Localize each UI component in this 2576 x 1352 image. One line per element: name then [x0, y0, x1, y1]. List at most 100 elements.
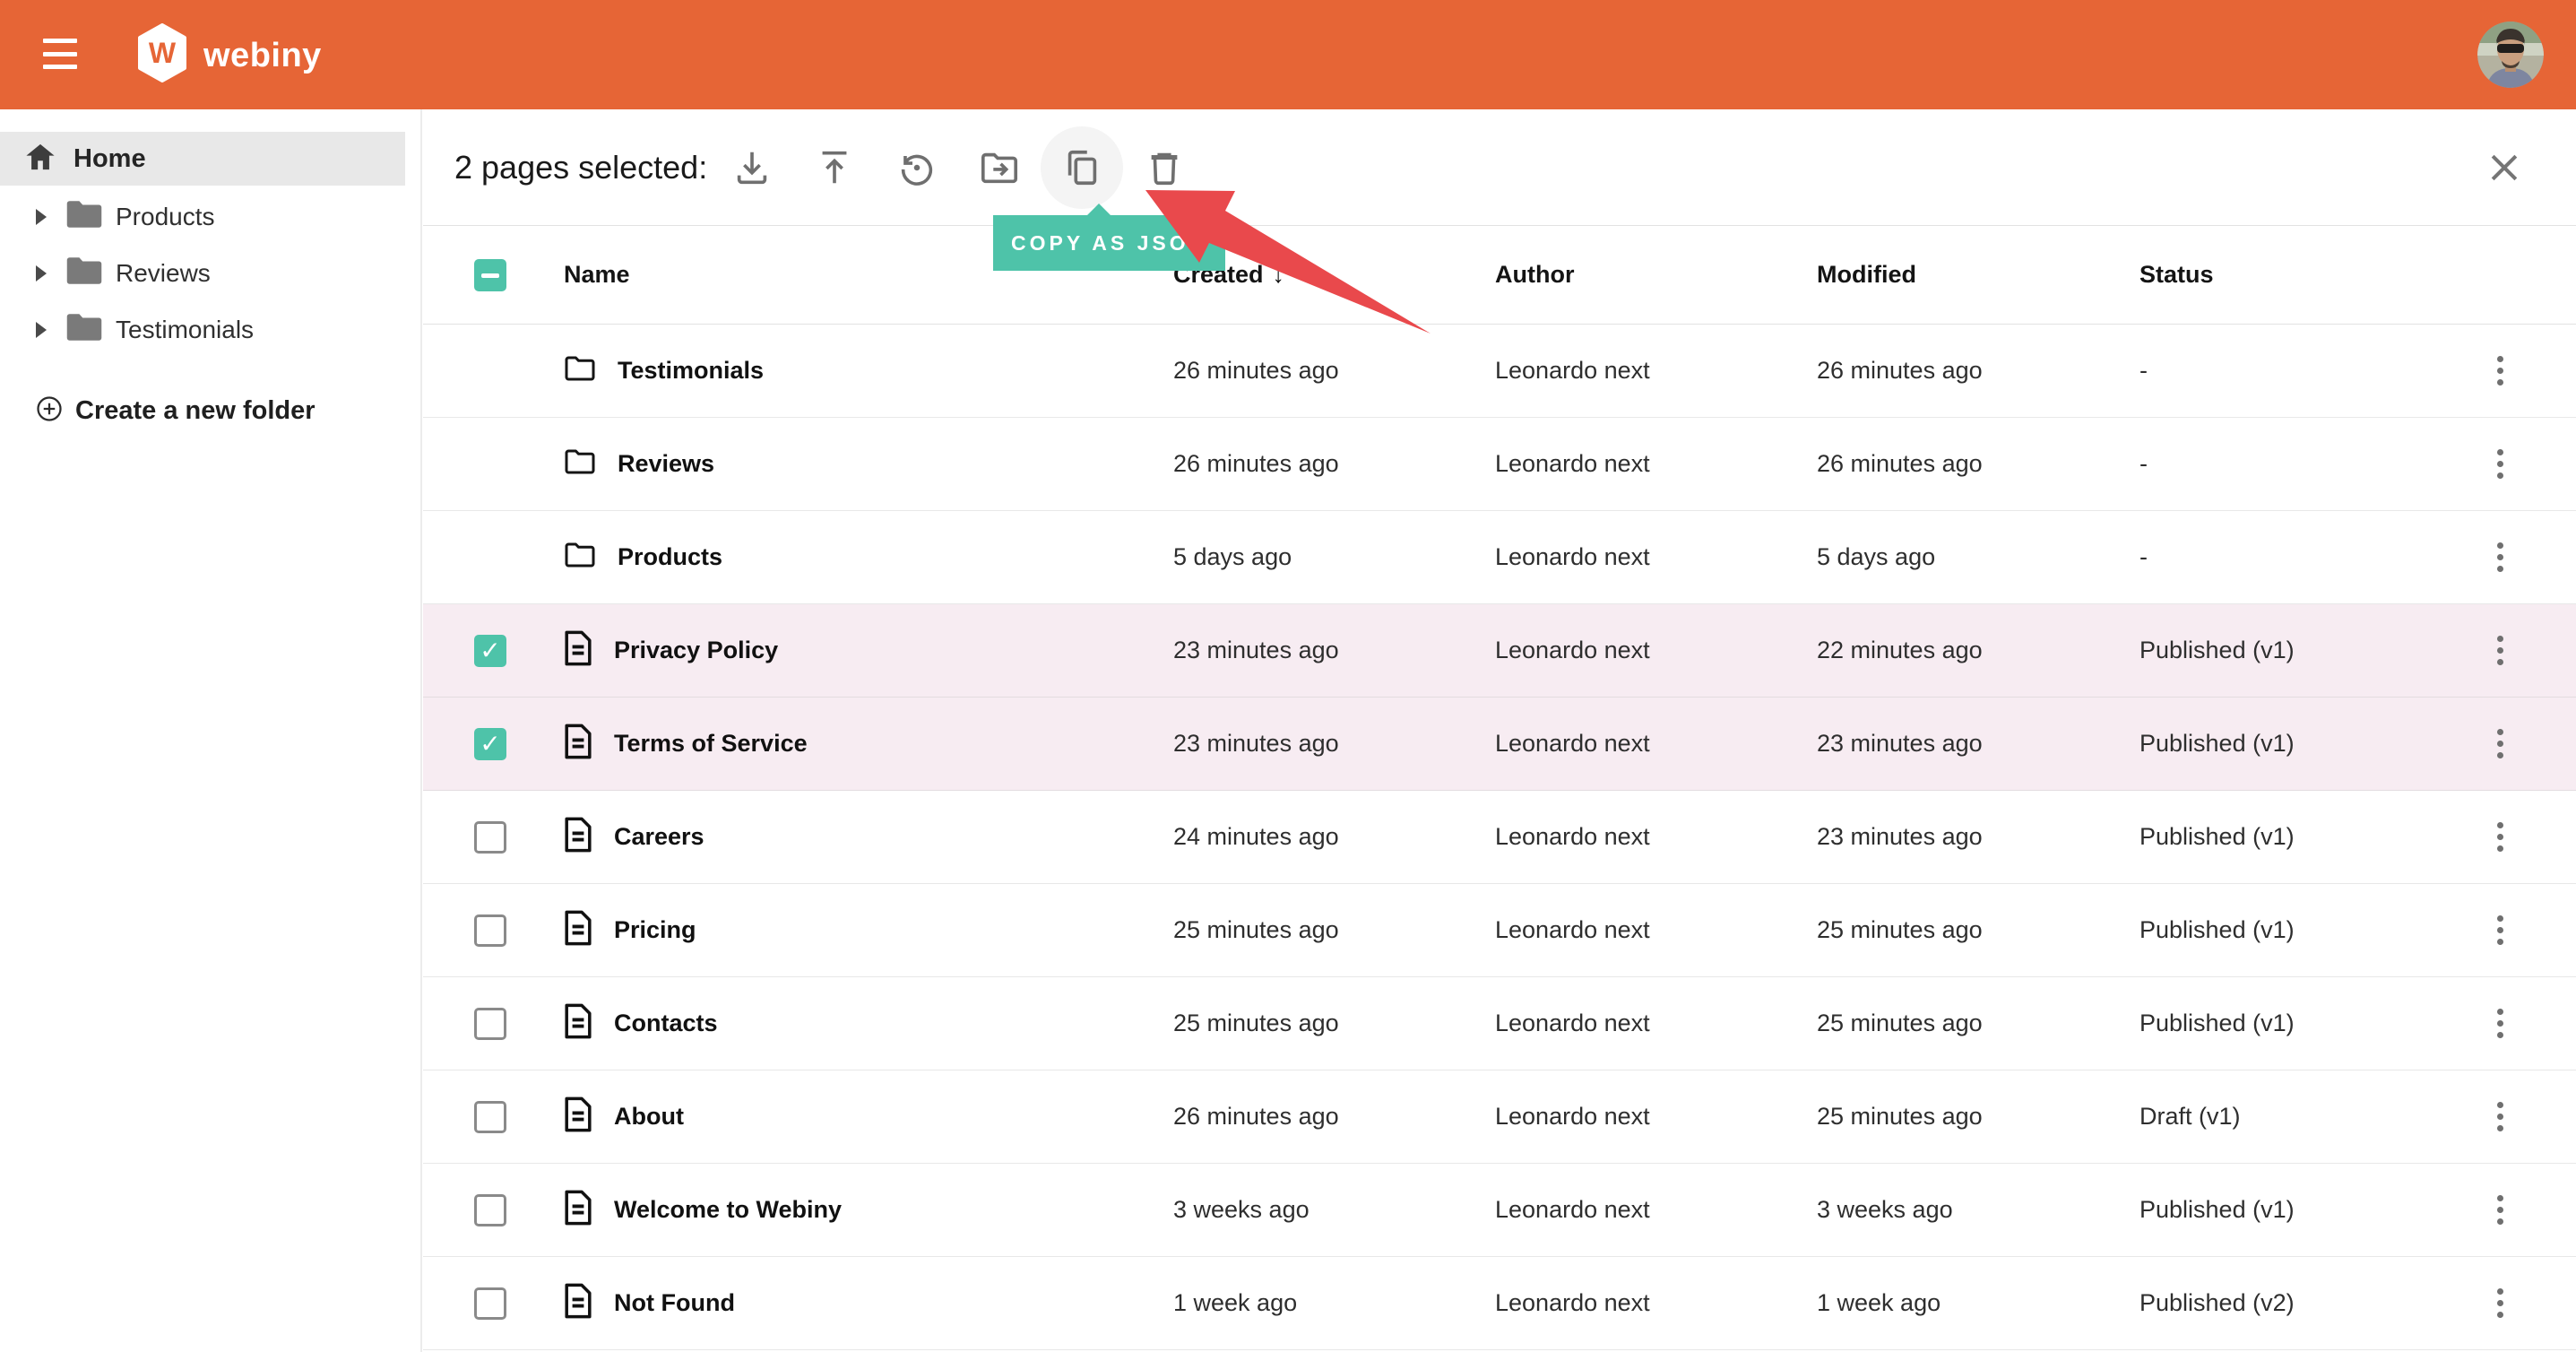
row-modified: 23 minutes ago — [1817, 823, 2139, 851]
row-menu-button[interactable] — [2490, 1095, 2511, 1139]
row-menu-button[interactable] — [2490, 442, 2511, 486]
create-new-folder-button[interactable]: Create a new folder — [0, 395, 420, 427]
folder-icon — [65, 311, 103, 348]
row-menu-button[interactable] — [2490, 1281, 2511, 1325]
row-name[interactable]: About — [614, 1103, 684, 1131]
table-row[interactable]: Welcome to Webiny 3 weeks ago Leonardo n… — [423, 1164, 2576, 1257]
row-author: Leonardo next — [1495, 450, 1817, 478]
caret-right-icon[interactable] — [36, 209, 47, 225]
row-menu-button[interactable] — [2490, 1188, 2511, 1232]
row-menu-button[interactable] — [2490, 722, 2511, 766]
document-icon — [564, 817, 592, 857]
home-icon — [25, 143, 56, 176]
row-name[interactable]: Reviews — [618, 450, 714, 478]
row-menu-button[interactable] — [2490, 815, 2511, 859]
table-row[interactable]: Reviews 26 minutes ago Leonardo next 26 … — [423, 418, 2576, 511]
row-created: 24 minutes ago — [1173, 823, 1495, 851]
row-name[interactable]: Products — [618, 543, 722, 571]
row-name[interactable]: Privacy Policy — [614, 637, 778, 664]
table-row[interactable]: Testimonials 26 minutes ago Leonardo nex… — [423, 325, 2576, 418]
row-checkbox[interactable] — [474, 728, 506, 760]
selected-count-label: 2 pages selected: — [454, 149, 707, 186]
document-icon — [564, 1283, 592, 1323]
select-all-checkbox[interactable] — [474, 259, 506, 291]
copy-icon — [1061, 147, 1102, 188]
sidebar-item-products[interactable]: Products — [0, 188, 420, 245]
row-modified: 26 minutes ago — [1817, 450, 2139, 478]
row-author: Leonardo next — [1495, 543, 1817, 571]
row-author: Leonardo next — [1495, 916, 1817, 944]
table-row[interactable]: Not Found 1 week ago Leonardo next 1 wee… — [423, 1257, 2576, 1350]
row-checkbox[interactable] — [474, 1287, 506, 1320]
row-menu-button[interactable] — [2490, 1001, 2511, 1045]
table-row[interactable]: Contacts 25 minutes ago Leonardo next 25… — [423, 977, 2576, 1070]
row-name[interactable]: Pricing — [614, 916, 696, 944]
row-name[interactable]: Welcome to Webiny — [614, 1196, 842, 1224]
unpublish-button[interactable] — [876, 126, 958, 209]
row-created: 25 minutes ago — [1173, 916, 1495, 944]
sidebar-item-home[interactable]: Home — [0, 132, 405, 186]
sidebar-folder-label: Testimonials — [116, 316, 254, 344]
table-header-row: Name Created ↓ Author Modified Status — [423, 226, 2576, 325]
user-avatar[interactable] — [2477, 22, 2544, 88]
publish-button[interactable] — [793, 126, 876, 209]
row-created: 3 weeks ago — [1173, 1196, 1495, 1224]
row-checkbox[interactable] — [474, 1194, 506, 1226]
row-name[interactable]: Testimonials — [618, 357, 764, 385]
document-icon — [564, 1190, 592, 1230]
row-checkbox[interactable] — [474, 1101, 506, 1133]
copy-as-json-button[interactable] — [1041, 126, 1123, 209]
move-to-folder-button[interactable] — [958, 126, 1041, 209]
row-name[interactable]: Not Found — [614, 1289, 735, 1317]
row-modified: 25 minutes ago — [1817, 1103, 2139, 1131]
move-to-folder-icon — [979, 147, 1020, 188]
avatar-photo — [2477, 22, 2544, 88]
row-name[interactable]: Contacts — [614, 1010, 718, 1037]
folder-icon — [564, 355, 596, 386]
row-checkbox[interactable] — [474, 821, 506, 854]
row-menu-button[interactable] — [2490, 628, 2511, 672]
webiny-page-manager: W webiny — [0, 0, 2576, 1352]
row-checkbox[interactable] — [474, 914, 506, 947]
row-checkbox[interactable] — [474, 1008, 506, 1040]
download-button[interactable] — [711, 126, 793, 209]
delete-button[interactable] — [1123, 126, 1206, 209]
table-row[interactable]: Terms of Service 23 minutes ago Leonardo… — [423, 698, 2576, 791]
download-icon — [731, 147, 773, 188]
row-modified: 1 week ago — [1817, 1289, 2139, 1317]
close-icon — [2485, 148, 2524, 187]
row-author: Leonardo next — [1495, 1010, 1817, 1037]
row-created: 26 minutes ago — [1173, 357, 1495, 385]
row-menu-button[interactable] — [2490, 535, 2511, 579]
row-modified: 26 minutes ago — [1817, 357, 2139, 385]
folder-icon — [65, 255, 103, 291]
row-created: 5 days ago — [1173, 543, 1495, 571]
row-name[interactable]: Terms of Service — [614, 730, 808, 758]
row-modified: 25 minutes ago — [1817, 1010, 2139, 1037]
row-created: 25 minutes ago — [1173, 1010, 1495, 1037]
table-row[interactable]: Privacy Policy 23 minutes ago Leonardo n… — [423, 604, 2576, 698]
hamburger-menu-button[interactable] — [43, 39, 77, 69]
table-row[interactable]: Pricing 25 minutes ago Leonardo next 25 … — [423, 884, 2576, 977]
row-status: - — [2139, 357, 2424, 385]
table-row[interactable]: Careers 24 minutes ago Leonardo next 23 … — [423, 791, 2576, 884]
sidebar-item-testimonials[interactable]: Testimonials — [0, 301, 420, 358]
sidebar: Home Products Reviews Testimonials Cr — [0, 109, 422, 1352]
row-checkbox[interactable] — [474, 635, 506, 667]
row-name[interactable]: Careers — [614, 823, 705, 851]
copy-as-json-tooltip: COPY AS JSON — [993, 215, 1225, 271]
brand[interactable]: W webiny — [136, 23, 322, 87]
sidebar-item-reviews[interactable]: Reviews — [0, 245, 420, 301]
row-menu-button[interactable] — [2490, 349, 2511, 393]
caret-right-icon[interactable] — [36, 322, 47, 338]
caret-right-icon[interactable] — [36, 265, 47, 282]
table-row[interactable]: Products 5 days ago Leonardo next 5 days… — [423, 511, 2576, 604]
row-created: 26 minutes ago — [1173, 1103, 1495, 1131]
close-selection-button[interactable] — [2485, 148, 2524, 187]
row-menu-button[interactable] — [2490, 908, 2511, 952]
folder-icon — [564, 542, 596, 573]
row-status: Published (v1) — [2139, 916, 2424, 944]
sidebar-folder-label: Products — [116, 203, 215, 231]
row-status: Published (v1) — [2139, 637, 2424, 664]
table-row[interactable]: About 26 minutes ago Leonardo next 25 mi… — [423, 1070, 2576, 1164]
